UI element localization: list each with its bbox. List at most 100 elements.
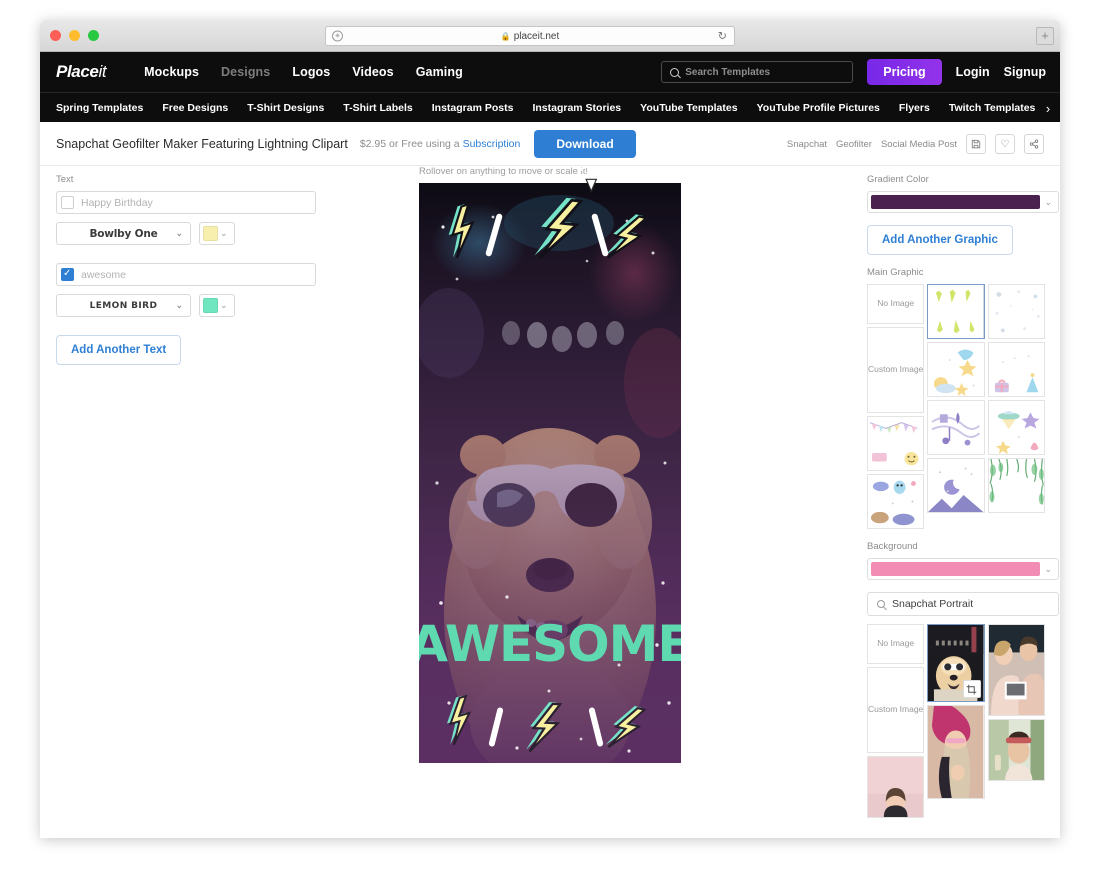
add-another-text-button[interactable]: Add Another Text [56,335,182,365]
search-templates-input[interactable]: Search Templates [661,61,854,83]
category-free-designs[interactable]: Free Designs [162,102,228,114]
text-input-1[interactable]: Happy Birthday [56,191,316,214]
font-select-2[interactable]: LEMON BIRD ⌄ [56,294,191,317]
main-graphic-thumb-banners[interactable] [867,416,925,471]
background-custom-image[interactable]: Custom Image [867,667,925,753]
background-photo-woman-hat[interactable] [987,719,1045,781]
category-spring-templates[interactable]: Spring Templates [56,102,143,114]
share-icon[interactable] [1024,134,1044,154]
main-graphic-thumb-monsters[interactable] [867,474,925,529]
main-graphic-thumb-night[interactable] [927,458,985,513]
subscription-link[interactable]: Subscription [463,138,521,150]
background-label: Background [867,541,918,552]
design-canvas[interactable]: AWESOME [419,183,681,763]
background-no-image[interactable]: No Image [867,624,925,664]
main-graphic-thumb-dots[interactable] [987,284,1045,339]
reload-icon[interactable]: ↻ [718,30,727,43]
background-photo-woman-pink[interactable] [927,705,985,799]
category-twitch-templates[interactable]: Twitch Templates [949,102,1036,114]
color-select-1[interactable]: ⌄ [199,222,235,245]
main-graphic-no-image[interactable]: No Image [867,284,925,324]
category-bar: Spring Templates Free Designs T-Shirt De… [40,92,1060,122]
page-title: Snapchat Geofilter Maker Featuring Light… [56,136,348,151]
text-layer-1-style-row: Bowlby One ⌄ ⌄ [56,222,316,245]
background-search-input[interactable]: Snapchat Portrait [867,592,1059,616]
search-icon [670,67,680,77]
main-graphic-thumb-leaves[interactable] [987,458,1045,513]
background-photo-dog[interactable] [927,624,985,702]
main-graphic-thumb-music[interactable] [927,400,985,455]
category-youtube-profile-pictures[interactable]: YouTube Profile Pictures [757,102,880,114]
header-right-group: Search Templates Pricing Login Signup [661,52,1046,92]
main-graphic-thumb-lightning[interactable] [927,284,985,339]
chevron-down-icon: ⌄ [1044,196,1052,207]
background-color-select[interactable]: ⌄ [867,558,1059,580]
text-1-checkbox[interactable] [61,196,74,209]
main-graphic-thumb-space[interactable] [987,400,1045,455]
background-photo-woman-wall[interactable] [867,756,925,818]
main-graphic-custom-image[interactable]: Custom Image [867,327,925,413]
tag-social-media-post[interactable]: Social Media Post [881,139,957,150]
login-link[interactable]: Login [956,65,990,79]
placeit-logo[interactable]: Placeit [56,62,107,82]
close-window-button[interactable] [50,30,61,41]
save-icon[interactable] [966,134,986,154]
logo-main-text: Place [56,62,99,81]
nav-item-designs[interactable]: Designs [221,65,270,79]
price-value: $2.95 [359,137,387,150]
text-2-checkbox[interactable] [61,267,74,281]
color-select-2[interactable]: ⌄ [199,294,235,317]
chevron-down-icon: ⌄ [1044,563,1052,574]
url-text-group: 🔒 placeit.net [501,31,560,42]
category-youtube-templates[interactable]: YouTube Templates [640,102,737,114]
nav-item-logos[interactable]: Logos [292,65,330,79]
custom-image-label: Custom Image [868,364,924,375]
category-tshirt-designs[interactable]: T-Shirt Designs [247,102,324,114]
new-tab-button[interactable]: + [1036,27,1054,45]
window-controls[interactable] [50,30,99,41]
no-image-label: No Image [877,638,915,649]
chevron-right-icon[interactable]: › [1036,93,1060,122]
category-instagram-posts[interactable]: Instagram Posts [432,102,514,114]
arrow-cursor-icon [576,166,598,193]
add-another-graphic-button[interactable]: Add Another Graphic [867,225,1013,255]
tag-snapchat[interactable]: Snapchat [787,139,827,150]
maximize-window-button[interactable] [88,30,99,41]
main-graphic-label: Main Graphic [867,267,924,278]
color-swatch-1 [203,226,218,241]
main-graphic-thumb-party[interactable] [987,342,1045,397]
signup-link[interactable]: Signup [1004,65,1046,79]
nav-item-videos[interactable]: Videos [352,65,393,79]
gradient-color-select[interactable]: ⌄ [867,191,1059,213]
download-button[interactable]: Download [534,129,636,158]
font-select-1[interactable]: Bowlby One ⌄ [56,222,191,245]
template-bar-actions: Snapchat Geofilter Social Media Post ♡ [787,122,1044,166]
text-layer-1-row: Happy Birthday [56,191,316,214]
nav-item-mockups[interactable]: Mockups [144,65,199,79]
panel-spacer [56,253,316,263]
text-input-2[interactable]: awesome [56,263,316,286]
nav-item-gaming[interactable]: Gaming [416,65,463,79]
template-bar: Snapchat Geofilter Maker Featuring Light… [40,122,1060,166]
text-input-1-placeholder: Happy Birthday [81,196,153,209]
main-graphic-thumb-stars[interactable] [927,342,985,397]
category-tshirt-labels[interactable]: T-Shirt Labels [343,102,412,114]
canvas-awesome-text: AWESOME [419,615,681,673]
tag-geofilter[interactable]: Geofilter [836,139,872,150]
heart-icon[interactable]: ♡ [995,134,1015,154]
minimize-window-button[interactable] [69,30,80,41]
crop-icon[interactable] [962,680,981,698]
text-layer-2-style-row: LEMON BIRD ⌄ ⌄ [56,294,316,317]
main-graphic-grid: No Image Custom Image [867,284,1045,529]
address-bar[interactable]: ⌖ 🔒 placeit.net ↻ [325,26,735,46]
url-text: placeit.net [513,30,560,42]
main-nav: Mockups Designs Logos Videos Gaming [144,65,463,79]
gradient-color-label: Gradient Color [867,174,929,185]
background-photo-couple[interactable] [987,624,1045,716]
category-flyers[interactable]: Flyers [899,102,930,114]
canvas-panel: Rollover on anything to move or scale it… [419,166,709,763]
right-panel: Gradient Color ⌄ Add Another Graphic Mai… [867,174,1059,818]
pricing-button[interactable]: Pricing [867,59,942,85]
no-image-label: No Image [877,298,915,309]
category-instagram-stories[interactable]: Instagram Stories [532,102,621,114]
